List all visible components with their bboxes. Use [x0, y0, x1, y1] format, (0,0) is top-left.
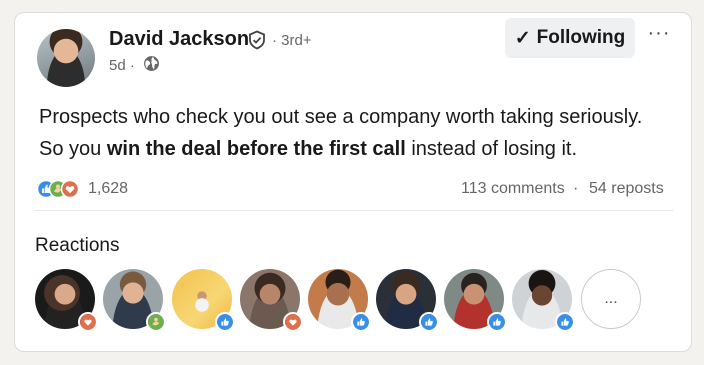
- globe-icon: [144, 56, 159, 71]
- reactor-avatar[interactable]: [376, 269, 439, 332]
- post-body-text: Prospects who check you out see a compan…: [39, 101, 679, 165]
- post-timestamp: 5d ·: [109, 57, 135, 74]
- count-separator: ·: [573, 180, 579, 197]
- reactor-avatar[interactable]: [172, 269, 235, 332]
- reposts-count-link[interactable]: 54 reposts: [589, 180, 664, 198]
- following-button[interactable]: ✓ Following: [505, 18, 635, 58]
- comments-count-link[interactable]: 113 comments: [461, 180, 565, 198]
- reactions-heading: Reactions: [35, 235, 120, 256]
- love-icon: [60, 179, 80, 199]
- reactor-avatar[interactable]: [35, 269, 98, 332]
- reactor-avatar[interactable]: [512, 269, 575, 332]
- verified-shield-icon: [249, 30, 265, 50]
- author-name[interactable]: David Jackson: [109, 28, 249, 51]
- post-text-line-2: So you win the deal before the first cal…: [39, 133, 679, 165]
- following-label: Following: [536, 27, 626, 48]
- reactor-avatar[interactable]: [103, 269, 166, 332]
- reactor-avatar[interactable]: [444, 269, 507, 332]
- like-icon: [419, 312, 439, 332]
- reaction-summary-icons[interactable]: [37, 179, 87, 199]
- more-options-button[interactable]: ···: [647, 23, 671, 50]
- connection-degree: · 3rd+: [272, 32, 312, 49]
- like-icon: [351, 312, 371, 332]
- reactor-avatar[interactable]: [240, 269, 303, 332]
- reactor-avatar[interactable]: [308, 269, 371, 332]
- checkmark-icon: ✓: [514, 27, 531, 49]
- post-text-line-1: Prospects who check you out see a compan…: [39, 106, 643, 128]
- support-icon: [146, 312, 166, 332]
- more-reactors-button[interactable]: ...: [581, 269, 641, 329]
- feed-post-card: David Jackson · 3rd+ 5d · ✓ Following ··…: [14, 12, 692, 352]
- reaction-count[interactable]: 1,628: [88, 180, 128, 198]
- love-icon: [78, 312, 98, 332]
- like-icon: [215, 312, 235, 332]
- author-avatar[interactable]: [37, 29, 95, 87]
- post-text-bold: win the deal before the first call: [106, 138, 406, 160]
- post-text-suffix: instead of losing it.: [405, 138, 578, 160]
- love-icon: [283, 312, 303, 332]
- like-icon: [487, 312, 507, 332]
- divider: [35, 210, 673, 211]
- like-icon: [555, 312, 575, 332]
- post-text-prefix: So you: [39, 138, 107, 160]
